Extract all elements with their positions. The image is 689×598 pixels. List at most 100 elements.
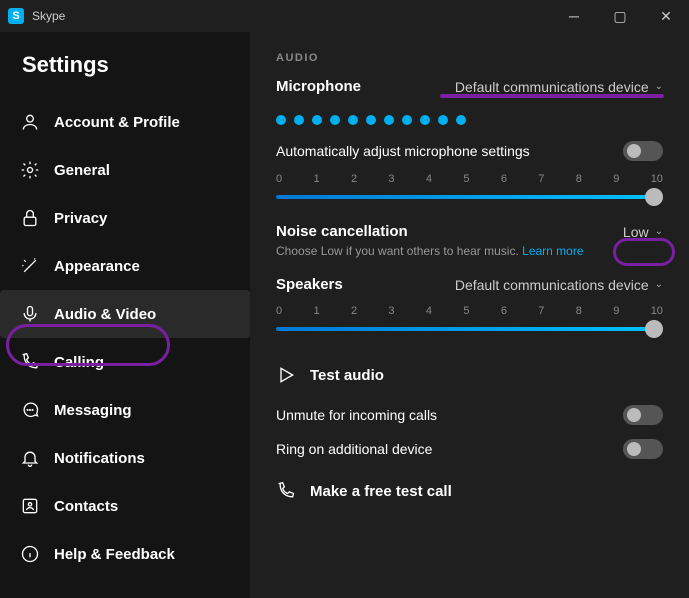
noise-cancellation-row: Noise cancellation Low ⌄ <box>276 223 663 240</box>
sidebar-item-appearance[interactable]: Appearance <box>0 242 250 290</box>
meter-dot <box>384 115 394 125</box>
sidebar-item-account[interactable]: Account & Profile <box>0 98 250 146</box>
sidebar-item-label: Help & Feedback <box>54 546 175 563</box>
slider-ticks: 012345678910 <box>276 305 663 317</box>
sidebar-item-label: Contacts <box>54 498 118 515</box>
sidebar-item-label: Appearance <box>54 258 140 275</box>
window-title: Skype <box>32 9 551 23</box>
sidebar: Settings Account & Profile General Priva… <box>0 32 250 598</box>
sidebar-item-privacy[interactable]: Privacy <box>0 194 250 242</box>
play-icon <box>276 365 296 385</box>
toggle-knob <box>627 144 641 158</box>
action-label: Test audio <box>310 367 384 384</box>
sidebar-item-help[interactable]: Help & Feedback <box>0 530 250 578</box>
slider-ticks: 012345678910 <box>276 173 663 185</box>
mic-volume-slider-wrap: 012345678910 <box>276 173 663 207</box>
chat-icon <box>20 400 40 420</box>
meter-dot <box>420 115 430 125</box>
test-audio-button[interactable]: Test audio <box>276 355 663 395</box>
tick: 7 <box>538 305 544 317</box>
dropdown-value: Default communications device <box>455 79 649 95</box>
sidebar-item-label: Messaging <box>54 402 132 419</box>
toggle-knob <box>627 408 641 422</box>
slider-track <box>276 327 663 331</box>
tick: 1 <box>313 305 319 317</box>
meter-dot <box>366 115 376 125</box>
tick: 0 <box>276 305 282 317</box>
ring-toggle[interactable] <box>623 439 663 459</box>
tick: 10 <box>651 305 663 317</box>
tick: 5 <box>463 173 469 185</box>
lock-icon <box>20 208 40 228</box>
tick: 8 <box>576 173 582 185</box>
learn-more-link[interactable]: Learn more <box>522 244 583 258</box>
close-button[interactable]: ✕ <box>643 0 689 32</box>
tick: 2 <box>351 173 357 185</box>
meter-dot <box>402 115 412 125</box>
speakers-device-dropdown[interactable]: Default communications device ⌄ <box>455 277 663 293</box>
slider-thumb[interactable] <box>645 188 663 206</box>
dropdown-value: Low <box>623 224 649 240</box>
bell-icon <box>20 448 40 468</box>
wand-icon <box>20 256 40 276</box>
meter-dot <box>312 115 322 125</box>
slider-track <box>276 195 663 199</box>
unmute-toggle[interactable] <box>623 405 663 425</box>
speaker-volume-slider[interactable] <box>276 319 663 339</box>
meter-dot <box>330 115 340 125</box>
info-icon <box>20 544 40 564</box>
chevron-down-icon: ⌄ <box>655 279 663 290</box>
sidebar-item-label: Notifications <box>54 450 145 467</box>
meter-dot <box>438 115 448 125</box>
sidebar-item-messaging[interactable]: Messaging <box>0 386 250 434</box>
main-panel: AUDIO Microphone Default communications … <box>250 32 689 598</box>
tick: 1 <box>313 173 319 185</box>
chevron-down-icon: ⌄ <box>655 81 663 92</box>
noise-cancellation-label: Noise cancellation <box>276 223 408 240</box>
sidebar-item-audio-video[interactable]: Audio & Video <box>0 290 250 338</box>
minimize-button[interactable]: ─ <box>551 0 597 32</box>
section-title: AUDIO <box>276 52 663 64</box>
tick: 9 <box>613 305 619 317</box>
toggle-knob <box>627 442 641 456</box>
sidebar-item-calling[interactable]: Calling <box>0 338 250 386</box>
phone-icon <box>20 352 40 372</box>
sidebar-item-label: Account & Profile <box>54 114 180 131</box>
test-call-button[interactable]: Make a free test call <box>276 471 663 511</box>
action-label: Make a free test call <box>310 483 452 500</box>
tick: 5 <box>463 305 469 317</box>
tick: 10 <box>651 173 663 185</box>
body: Settings Account & Profile General Priva… <box>0 32 689 598</box>
microphone-row: Microphone Default communications device… <box>276 78 663 95</box>
tick: 2 <box>351 305 357 317</box>
auto-adjust-row: Automatically adjust microphone settings <box>276 141 663 161</box>
speakers-row: Speakers Default communications device ⌄ <box>276 276 663 293</box>
noise-cancellation-dropdown[interactable]: Low ⌄ <box>623 224 663 240</box>
auto-adjust-toggle[interactable] <box>623 141 663 161</box>
tick: 3 <box>388 173 394 185</box>
slider-thumb[interactable] <box>645 320 663 338</box>
skype-icon: S <box>8 8 24 24</box>
mic-level-meter <box>276 107 663 141</box>
meter-dot <box>456 115 466 125</box>
sidebar-item-label: Calling <box>54 354 104 371</box>
tick: 4 <box>426 173 432 185</box>
contacts-icon <box>20 496 40 516</box>
maximize-button[interactable]: ▢ <box>597 0 643 32</box>
sidebar-item-general[interactable]: General <box>0 146 250 194</box>
titlebar: S Skype ─ ▢ ✕ <box>0 0 689 32</box>
speakers-label: Speakers <box>276 276 343 293</box>
mic-volume-slider[interactable] <box>276 187 663 207</box>
sidebar-item-contacts[interactable]: Contacts <box>0 482 250 530</box>
sidebar-item-label: Privacy <box>54 210 107 227</box>
microphone-device-dropdown[interactable]: Default communications device ⌄ <box>455 79 663 95</box>
tick: 6 <box>501 173 507 185</box>
tick: 0 <box>276 173 282 185</box>
meter-dot <box>294 115 304 125</box>
annotation-underline <box>440 94 664 98</box>
tick: 7 <box>538 173 544 185</box>
unmute-label: Unmute for incoming calls <box>276 407 437 423</box>
meter-dot <box>348 115 358 125</box>
noise-help-text: Choose Low if you want others to hear mu… <box>276 244 663 258</box>
sidebar-item-notifications[interactable]: Notifications <box>0 434 250 482</box>
